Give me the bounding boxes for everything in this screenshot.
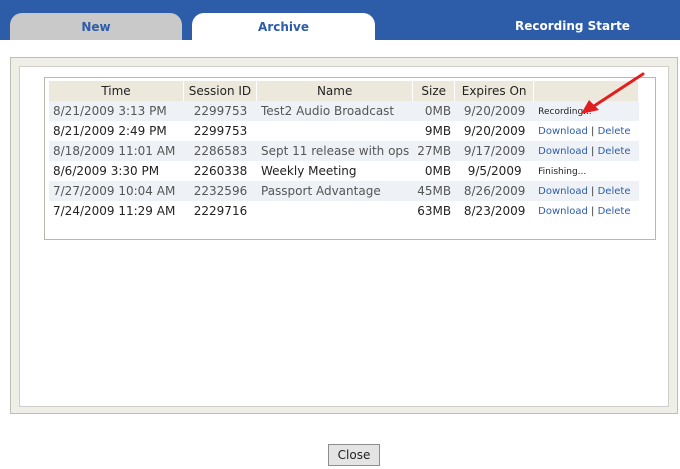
delete-link[interactable]: Delete — [598, 146, 631, 157]
cell-session-id: 2260338 — [193, 164, 248, 178]
cell-session-id: 2299753 — [184, 101, 257, 121]
download-link[interactable]: Download — [538, 126, 588, 137]
recordings-table: Time Session ID Name Size Expires On 8/2… — [49, 81, 640, 221]
action-separator: | — [591, 205, 595, 217]
delete-link[interactable]: Delete — [598, 206, 631, 217]
cell-name: Passport Advantage — [257, 181, 414, 201]
cell-name — [257, 121, 413, 141]
cell-size: 0MB — [413, 101, 456, 121]
cell-expires-on: 9/20/2009 — [463, 124, 526, 138]
cell-expires-on: 8/23/2009 — [463, 204, 526, 218]
table-header-row: Time Session ID Name Size Expires On — [49, 81, 640, 101]
cell-expires-on: 8/26/2009 — [455, 181, 535, 201]
cell-actions: Download | Delete — [534, 141, 640, 161]
finishing-status-text: Finishing... — [538, 166, 587, 177]
download-link[interactable]: Download — [538, 206, 588, 217]
table-row: 8/21/2009 2:49 PM 2299753 9MB 9/20/2009 … — [49, 121, 639, 141]
cell-time: 8/21/2009 3:13 PM — [49, 101, 184, 121]
cell-size: 63MB — [417, 204, 452, 218]
table-row: 7/27/2009 10:04 AM 2232596 Passport Adva… — [49, 181, 640, 201]
column-header-size: Size — [413, 81, 456, 101]
cell-actions: Download | Delete — [534, 201, 639, 221]
delete-link[interactable]: Delete — [598, 126, 631, 137]
recordings-table-frame: Time Session ID Name Size Expires On 8/2… — [44, 72, 656, 240]
tab-archive[interactable]: Archive — [192, 13, 375, 40]
table-row: 8/6/2009 3:30 PM 2260338 Weekly Meeting … — [49, 161, 639, 181]
archive-inner-pane: Time Session ID Name Size Expires On 8/2… — [19, 66, 669, 407]
column-header-time: Time — [49, 81, 184, 101]
cell-size: 27MB — [413, 141, 456, 161]
cell-expires-on: 9/20/2009 — [455, 101, 535, 121]
archive-panel: Time Session ID Name Size Expires On 8/2… — [10, 57, 678, 414]
red-arrow-icon — [581, 72, 645, 114]
cell-time: 8/21/2009 2:49 PM — [53, 124, 167, 138]
cell-session-id: 2229716 — [193, 204, 248, 218]
download-link[interactable]: Download — [538, 146, 588, 157]
cell-actions: Download | Delete — [534, 181, 640, 201]
table-row: 8/18/2009 11:01 AM 2286583 Sept 11 relea… — [49, 141, 640, 161]
download-link[interactable]: Download — [538, 186, 588, 197]
column-header-session-id: Session ID — [184, 81, 257, 101]
recording-status-banner: Recording Starte — [515, 19, 630, 33]
cell-name — [257, 201, 413, 221]
table-row: 8/21/2009 3:13 PM 2299753 Test2 Audio Br… — [49, 101, 640, 121]
close-button[interactable]: Close — [328, 444, 380, 466]
cell-size: 9MB — [424, 124, 452, 138]
action-separator: | — [591, 125, 595, 137]
cell-size: 45MB — [413, 181, 456, 201]
cell-status: Finishing... — [534, 161, 639, 181]
action-separator: | — [591, 185, 595, 197]
cell-session-id: 2232596 — [184, 181, 257, 201]
delete-link[interactable]: Delete — [598, 186, 631, 197]
cell-time: 7/24/2009 11:29 AM — [53, 204, 176, 218]
table-row: 7/24/2009 11:29 AM 2229716 63MB 8/23/200… — [49, 201, 639, 221]
column-header-expires-on: Expires On — [455, 81, 535, 101]
cell-actions: Download | Delete — [534, 121, 639, 141]
tab-new[interactable]: New — [10, 13, 182, 40]
cell-time: 8/6/2009 3:30 PM — [53, 164, 160, 178]
cell-time: 8/18/2009 11:01 AM — [49, 141, 184, 161]
action-separator: | — [591, 145, 595, 157]
top-bar: New Archive Recording Starte — [0, 0, 680, 40]
column-header-name: Name — [257, 81, 414, 101]
cell-name: Weekly Meeting — [261, 164, 357, 178]
cell-session-id: 2286583 — [184, 141, 257, 161]
cell-name: Test2 Audio Broadcast — [257, 101, 414, 121]
cell-size: 0MB — [424, 164, 452, 178]
cell-session-id: 2299753 — [193, 124, 248, 138]
cell-name: Sept 11 release with ops — [257, 141, 414, 161]
cell-time: 7/27/2009 10:04 AM — [49, 181, 184, 201]
cell-expires-on: 9/17/2009 — [455, 141, 535, 161]
cell-expires-on: 9/5/2009 — [467, 164, 522, 178]
